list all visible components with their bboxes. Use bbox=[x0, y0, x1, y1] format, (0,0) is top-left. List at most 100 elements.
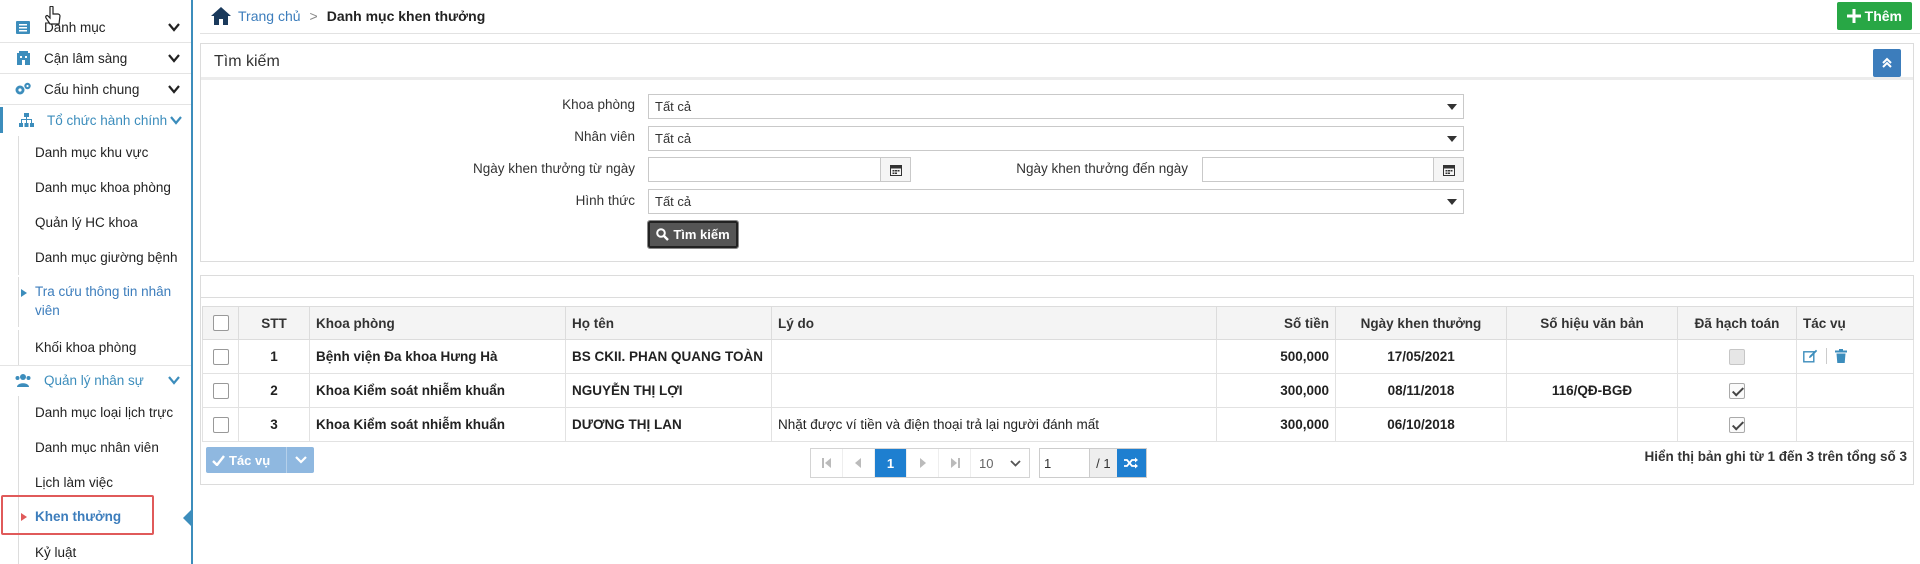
row-checkbox[interactable] bbox=[212, 382, 229, 399]
form-select[interactable]: Tất cả bbox=[648, 189, 1464, 214]
bulk-action-button[interactable]: Tác vụ bbox=[206, 447, 314, 473]
collapse-panel-button[interactable] bbox=[1873, 49, 1901, 77]
sidebar-subitem[interactable]: Tra cứu thông tin nhân viên bbox=[18, 277, 191, 327]
chevron-down-icon bbox=[168, 376, 180, 385]
date-from-input[interactable] bbox=[648, 157, 911, 182]
current-page-button[interactable]: 1 bbox=[875, 449, 907, 477]
accounted-checkbox bbox=[1729, 348, 1745, 365]
home-icon[interactable] bbox=[210, 6, 232, 26]
sidebar-subitem-label: Tra cứu thông tin nhân viên bbox=[35, 284, 172, 318]
bulk-action-dropdown[interactable] bbox=[286, 447, 314, 473]
cell-date: 08/11/2018 bbox=[1335, 373, 1507, 408]
sidebar-item-can-lam-sang[interactable]: Cận lâm sàng bbox=[0, 45, 191, 71]
col-name[interactable]: Họ tên bbox=[565, 306, 772, 340]
cell-amount: 300,000 bbox=[1216, 373, 1336, 408]
table-row[interactable]: 2 Khoa Kiểm soát nhiễm khuẩn NGUYỄN THỊ … bbox=[202, 373, 1914, 408]
col-doc[interactable]: Số hiệu văn bản bbox=[1506, 306, 1678, 340]
cell-stt: 3 bbox=[238, 407, 310, 442]
cell-actions bbox=[1796, 407, 1914, 442]
users-icon bbox=[14, 0, 32, 8]
sidebar-item-quan-ly-nhan-su[interactable]: Quản lý nhân sự bbox=[0, 366, 191, 394]
search-panel-header: Tìm kiếm bbox=[201, 44, 1913, 80]
table-row[interactable]: 1 Bệnh viện Đa khoa Hưng Hà BS CKII. PHA… bbox=[202, 339, 1914, 374]
sidebar-item-label: Tổ chức hành chính bbox=[47, 112, 168, 128]
sidebar-subitem[interactable]: Danh mục giường bệnh bbox=[18, 240, 191, 275]
col-reason[interactable]: Lý do bbox=[771, 306, 1217, 340]
cell-dept: Khoa Kiểm soát nhiễm khuẩn bbox=[309, 407, 566, 442]
list-icon bbox=[14, 19, 32, 35]
row-checkbox[interactable] bbox=[212, 348, 229, 365]
edit-icon[interactable] bbox=[1803, 349, 1818, 363]
goto-page-input[interactable]: 1 bbox=[1040, 449, 1089, 477]
sidebar-subitem-label: Khối khoa phòng bbox=[35, 340, 137, 355]
next-page-button[interactable] bbox=[907, 449, 939, 477]
row-select-cell bbox=[202, 373, 239, 408]
cell-stt: 1 bbox=[238, 339, 310, 374]
prev-page-button[interactable] bbox=[843, 449, 875, 477]
sidebar-subitem[interactable]: Danh mục loại lịch trực bbox=[18, 396, 191, 431]
plus-icon bbox=[1846, 9, 1861, 23]
sidebar-collapse-handle[interactable] bbox=[183, 508, 193, 528]
row-checkbox[interactable] bbox=[212, 416, 229, 433]
col-date[interactable]: Ngày khen thưởng bbox=[1335, 306, 1507, 340]
cell-dept: Khoa Kiểm soát nhiễm khuẩn bbox=[309, 373, 566, 408]
goto-page-button[interactable] bbox=[1116, 449, 1146, 477]
calendar-icon[interactable] bbox=[880, 158, 910, 181]
record-info: Hiển thị bản ghi từ 1 đến 3 trên tổng số… bbox=[1644, 449, 1907, 464]
calendar-icon[interactable] bbox=[1433, 158, 1463, 181]
cell-reason: Nhặt được ví tiền và điện thoại trả lại … bbox=[771, 407, 1217, 442]
reward-table: STT Khoa phòng Họ tên Lý do Số tiền Ngày… bbox=[202, 306, 1914, 442]
col-stt[interactable]: STT bbox=[238, 306, 310, 340]
cell-doc bbox=[1506, 407, 1678, 442]
caret-down-icon bbox=[1447, 136, 1457, 142]
staff-select[interactable]: Tất cả bbox=[648, 126, 1464, 151]
page-size-select[interactable]: 10 bbox=[971, 449, 1029, 477]
sidebar-item-label: Cấu hình chung bbox=[44, 81, 140, 97]
cell-doc-link[interactable]: 116/QĐ-BGĐ bbox=[1506, 373, 1678, 408]
cell-date: 17/05/2021 bbox=[1335, 339, 1507, 374]
last-page-button[interactable] bbox=[939, 449, 971, 477]
shuffle-icon bbox=[1124, 457, 1139, 469]
cell-reason bbox=[771, 339, 1217, 374]
cell-name: BS CKII. PHAN QUANG TOÀN bbox=[565, 339, 772, 374]
select-all-checkbox[interactable] bbox=[212, 315, 229, 332]
delete-icon[interactable] bbox=[1835, 348, 1847, 363]
sidebar-subitem[interactable]: Danh mục nhân viên bbox=[18, 431, 191, 466]
sidebar-subitem[interactable]: Danh mục khu vực bbox=[18, 136, 191, 170]
col-actions: Tác vụ bbox=[1796, 306, 1914, 340]
chevron-down-icon bbox=[168, 85, 180, 94]
sidebar-item-partial[interactable] bbox=[0, 0, 191, 10]
sidebar-subitem[interactable]: Danh mục khoa phòng bbox=[18, 170, 191, 205]
sidebar-subitem-label: Quản lý HC khoa bbox=[35, 215, 138, 230]
sidebar-subitem[interactable]: Khối khoa phòng bbox=[18, 330, 191, 365]
chevron-down-icon bbox=[1010, 459, 1021, 467]
add-button[interactable]: Thêm bbox=[1836, 2, 1912, 30]
sidebar-item-cau-hinh-chung[interactable]: Cấu hình chung bbox=[0, 76, 191, 102]
staff-label: Nhân viên bbox=[574, 129, 635, 144]
first-page-button[interactable] bbox=[811, 449, 843, 477]
sidebar-subitem-label: Lịch làm việc bbox=[35, 475, 114, 490]
table-row[interactable]: 3 Khoa Kiểm soát nhiễm khuẩn DƯƠNG THỊ L… bbox=[202, 407, 1914, 442]
org-chart-icon bbox=[17, 112, 35, 128]
sidebar-item-danh-muc[interactable]: Danh mục bbox=[0, 14, 191, 40]
goto-page: 1 / 1 bbox=[1039, 448, 1147, 478]
cell-accounted bbox=[1677, 339, 1797, 374]
sidebar-item-to-chuc-hanh-chinh[interactable]: Tổ chức hành chính bbox=[0, 107, 191, 133]
sidebar-subitem[interactable]: Quản lý HC khoa bbox=[18, 205, 191, 240]
cell-accounted bbox=[1677, 373, 1797, 408]
sidebar-subitem-label: Kỷ luật bbox=[35, 545, 77, 560]
col-dept[interactable]: Khoa phòng bbox=[309, 306, 566, 340]
sidebar-subitem[interactable]: Kỷ luật bbox=[18, 535, 191, 564]
breadcrumb-home[interactable]: Trang chủ bbox=[238, 8, 301, 24]
search-button[interactable]: Tìm kiếm bbox=[647, 220, 739, 249]
date-to-input[interactable] bbox=[1202, 157, 1464, 182]
col-amount[interactable]: Số tiền bbox=[1216, 306, 1336, 340]
active-highlight bbox=[1, 495, 154, 535]
next-page-icon bbox=[920, 458, 926, 468]
dept-select[interactable]: Tất cả bbox=[648, 94, 1464, 119]
breadcrumb-current: Danh mục khen thưởng bbox=[326, 8, 486, 24]
accounted-checkbox bbox=[1729, 382, 1745, 399]
cell-actions bbox=[1796, 339, 1914, 374]
breadcrumb: Trang chủ > Danh mục khen thưởng bbox=[210, 6, 485, 26]
col-accounted[interactable]: Đã hạch toán bbox=[1677, 306, 1797, 340]
